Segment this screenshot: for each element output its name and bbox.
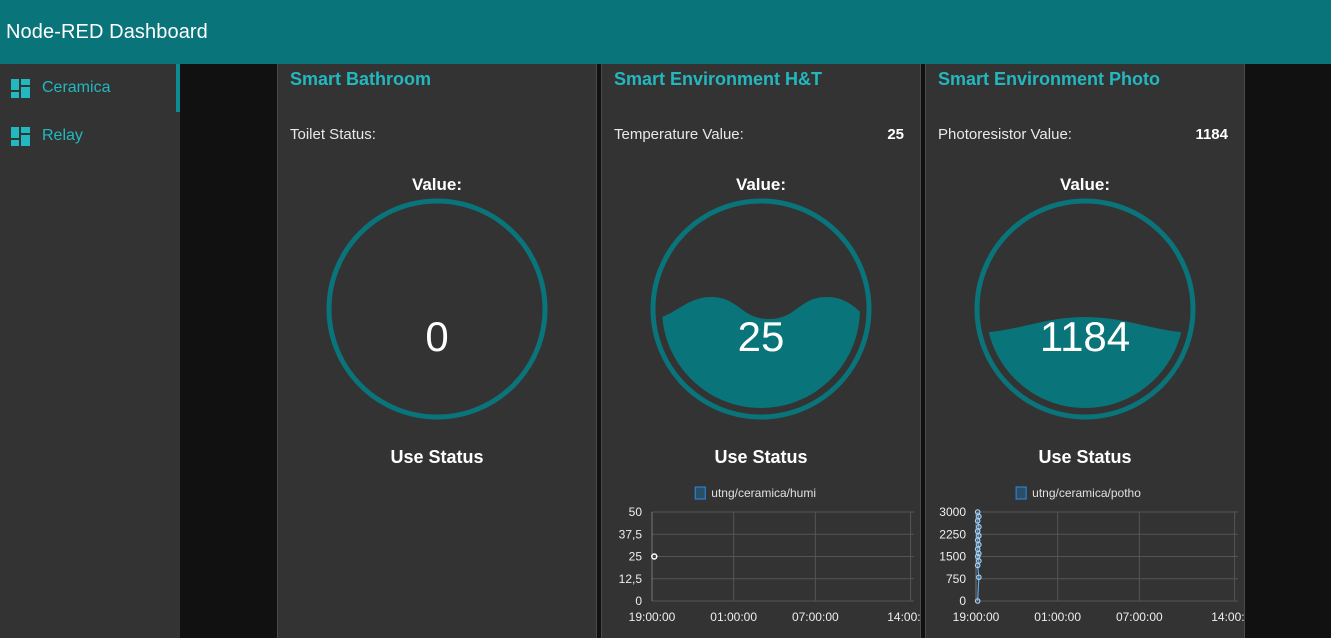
text-widget: Photoresistor Value: 1184 xyxy=(938,126,1228,143)
legend-label: utng/ceramica/humi xyxy=(711,486,816,500)
y-tick-label: 37,5 xyxy=(619,527,643,541)
x-tick-label: 19:00:00 xyxy=(953,610,1000,624)
group-title: Smart Environment H&T xyxy=(614,69,823,89)
text-widget-label: Temperature Value: xyxy=(614,126,744,143)
text-widget-label: Photoresistor Value: xyxy=(938,126,1072,143)
photoresistor-chart: utng/ceramica/potho 3000 2250 1500 750 0 19:00… xyxy=(939,486,1244,624)
sidebar-item-relay[interactable]: Relay xyxy=(0,112,180,160)
gauge-value: 0 xyxy=(425,313,448,360)
dashboard-icon xyxy=(11,126,30,146)
gauge-label: Value: xyxy=(1059,175,1111,194)
x-tick-label: 14:00:00 xyxy=(887,610,920,624)
level-gauge: 1184 xyxy=(974,198,1196,420)
sidebar-item-label: Relay xyxy=(42,127,83,144)
group-smart-environment-photo: Smart Environment Photo Photoresistor Va… xyxy=(925,64,1245,638)
y-tick-label: 50 xyxy=(629,505,643,519)
legend-label: utng/ceramica/potho xyxy=(1032,486,1141,500)
y-tick-label: 0 xyxy=(959,594,966,608)
group-smart-environment-ht: Smart Environment H&T Temperature Value:… xyxy=(601,64,921,638)
group-title: Smart Environment Photo xyxy=(938,69,1161,89)
group-smart-bathroom: Smart Bathroom Toilet Status: Value: 0 U… xyxy=(277,64,597,638)
sidebar-item-label: Ceramica xyxy=(42,79,111,96)
x-tick-label: 07:00:00 xyxy=(792,610,839,624)
toolbar: Node-RED Dashboard xyxy=(0,0,1331,64)
text-widget-value: 25 xyxy=(887,126,904,143)
legend-swatch xyxy=(1015,486,1027,500)
text-widget: Temperature Value: 25 xyxy=(614,126,904,143)
y-tick-label: 3000 xyxy=(939,505,966,519)
sidebar-item-ceramica[interactable]: Ceramica xyxy=(0,64,180,112)
gauge-label: Value: xyxy=(411,175,463,194)
text-widget-label: Toilet Status: xyxy=(290,126,376,143)
y-tick-label: 2250 xyxy=(939,527,966,541)
dashboard-icon xyxy=(11,78,30,98)
group-title: Smart Bathroom xyxy=(290,69,432,89)
gauge-value: 1184 xyxy=(1040,313,1130,360)
app-title: Node-RED Dashboard xyxy=(6,20,208,43)
text-widget: Toilet Status: xyxy=(290,126,580,143)
x-tick-label: 19:00:00 xyxy=(629,610,676,624)
x-tick-label: 07:00:00 xyxy=(1116,610,1163,624)
gauge-value: 25 xyxy=(738,313,785,360)
y-tick-label: 0 xyxy=(635,594,642,608)
use-status-label: Use Status xyxy=(714,447,808,467)
gauge-label: Value: xyxy=(735,175,787,194)
use-status-label: Use Status xyxy=(390,447,484,467)
y-tick-label: 1500 xyxy=(939,550,966,564)
level-gauge: 25 xyxy=(650,198,872,420)
humidity-chart: utng/ceramica/humi 50 37,5 25 12,5 0 19:00:00 0… xyxy=(619,486,920,624)
legend-swatch xyxy=(694,486,706,500)
y-tick-label: 750 xyxy=(946,572,966,586)
x-tick-label: 01:00:00 xyxy=(1034,610,1081,624)
y-tick-label: 12,5 xyxy=(619,572,643,586)
sidebar: Ceramica Relay xyxy=(0,64,180,638)
text-widget-value: 1184 xyxy=(1195,126,1228,143)
x-tick-label: 01:00:00 xyxy=(710,610,757,624)
y-tick-label: 25 xyxy=(629,550,643,564)
level-gauge: 0 xyxy=(326,198,548,420)
use-status-label: Use Status xyxy=(1038,447,1132,467)
x-tick-label: 14:00:00 xyxy=(1211,610,1244,624)
